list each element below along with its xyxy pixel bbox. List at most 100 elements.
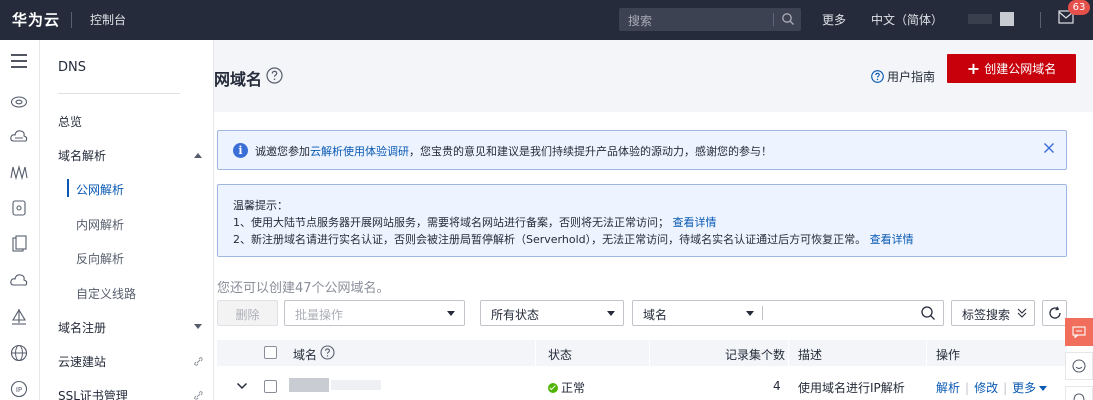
column-record-count: 记录集个数 xyxy=(725,348,786,362)
tips-notice: 温馨提示： 1、使用大陆节点服务器开展网站服务，需要将域名网站进行备案，否则将无… xyxy=(217,184,1067,257)
divider xyxy=(58,93,180,94)
page-title: 网域名 xyxy=(214,70,263,89)
console-link[interactable]: 控制台 xyxy=(90,11,126,28)
record-count-cell: 4 xyxy=(773,379,781,393)
tips-line-2: 2、新注册域名请进行实名认证，否则会被注册局暂停解析（Serverhold），无… xyxy=(233,231,914,247)
tips-line-2-text: 2、新注册域名请进行实名认证，否则会被注册局暂停解析（Serverhold），无… xyxy=(233,233,867,246)
modify-link[interactable]: 修改 xyxy=(974,381,998,395)
sidebar-item-public-resolution[interactable]: 公网解析 xyxy=(76,181,124,198)
chevron-down-icon xyxy=(447,311,455,316)
globe-icon[interactable] xyxy=(9,343,29,363)
quota-text: 您还可以创建47个公网域名。 xyxy=(217,281,390,296)
divider xyxy=(773,13,774,26)
row-checkbox[interactable] xyxy=(264,380,277,393)
chat-icon xyxy=(1072,326,1086,338)
survey-notice-text: 诚邀您参加云解析使用体验调研，您宝贵的意见和建议是我们持续提升产品体验的源动力，… xyxy=(255,143,772,159)
tips-line-1: 1、使用大陆节点服务器开展网站服务，需要将域名网站进行备案，否则将无法正常访问；… xyxy=(233,214,717,230)
actions-cell: 解析 | 修改 | 更多 xyxy=(936,379,1048,396)
sidebar-item-custom-line[interactable]: 自定义线路 xyxy=(76,285,136,302)
account-name-blur xyxy=(968,14,992,24)
search-field-label: 域名 xyxy=(643,308,668,322)
language-switch[interactable]: 中文（简体） xyxy=(871,11,943,28)
close-icon[interactable] xyxy=(1042,141,1056,155)
chevron-down-icon xyxy=(1039,386,1048,391)
support-button[interactable] xyxy=(1065,386,1093,400)
table-row: 正常 4 使用域名进行IP解析 解析 | 修改 | 更多 xyxy=(217,370,1067,400)
refresh-button[interactable] xyxy=(1042,300,1067,326)
external-link-icon xyxy=(194,391,203,400)
menu-icon[interactable] xyxy=(9,51,29,71)
dns-sidebar: DNS 总览 域名解析 公网解析 内网解析 反向解析 自定义线路 域名注册 云速… xyxy=(40,40,214,400)
feedback-button[interactable] xyxy=(1065,318,1093,346)
status-filter-label: 所有状态 xyxy=(491,308,540,322)
avatar xyxy=(1000,12,1014,26)
search-placeholder: 搜索 xyxy=(628,14,653,28)
refresh-icon xyxy=(1049,306,1061,319)
tag-search-button[interactable]: 标签搜索 xyxy=(951,300,1035,326)
cloud-icon[interactable] xyxy=(9,126,29,146)
search-field-select[interactable]: 域名 xyxy=(632,300,762,326)
search-icon[interactable] xyxy=(781,12,795,26)
select-all-checkbox[interactable] xyxy=(264,346,277,359)
domain-name-blur[interactable] xyxy=(289,378,381,392)
column-divider xyxy=(926,340,927,366)
cloud-service-icon[interactable] xyxy=(9,270,29,290)
global-search[interactable]: 搜索 xyxy=(619,8,801,31)
resolve-link[interactable]: 解析 xyxy=(936,381,960,395)
double-chevron-down-icon xyxy=(1017,308,1027,318)
chevron-down-icon[interactable] xyxy=(236,380,248,392)
user-account[interactable] xyxy=(968,12,1016,26)
sidebar-item-ssl[interactable]: SSL证书管理 xyxy=(58,387,128,400)
plus-icon: + xyxy=(966,59,981,78)
status-filter-select[interactable]: 所有状态 xyxy=(480,300,624,326)
delete-button[interactable]: 删除 xyxy=(217,300,278,326)
sidebar-item-reverse-resolution[interactable]: 反向解析 xyxy=(76,250,124,267)
cloud-disk-icon[interactable] xyxy=(9,91,29,111)
column-divider xyxy=(535,340,536,366)
chevron-down-icon xyxy=(746,311,754,316)
delete-label: 删除 xyxy=(235,308,260,322)
check-circle-icon xyxy=(548,383,558,393)
service-icon-rail: IP xyxy=(0,40,40,400)
table-header: 域名 状态 记录集个数 描述 操作 xyxy=(217,340,1067,366)
search-input[interactable] xyxy=(762,300,944,326)
column-domain: 域名 xyxy=(293,348,318,362)
headset-icon xyxy=(1073,393,1085,400)
chevron-down-icon xyxy=(607,311,615,316)
storage-icon[interactable] xyxy=(9,198,29,218)
sidebar-item-domain-resolution[interactable]: 域名解析 xyxy=(58,147,106,164)
help-icon[interactable] xyxy=(320,345,335,360)
survey-link[interactable]: 云解析使用体验调研 xyxy=(310,145,409,158)
sidebar-item-cloud-site[interactable]: 云速建站 xyxy=(58,353,106,370)
chevron-down-icon[interactable] xyxy=(194,324,202,329)
divider xyxy=(762,306,763,320)
more-menu[interactable]: 更多 xyxy=(822,11,846,28)
blur-block xyxy=(331,380,381,390)
batch-label: 批量操作 xyxy=(295,308,344,322)
batch-operation-select[interactable]: 批量操作 xyxy=(284,300,465,326)
huawei-cloud-logo[interactable]: 华为云 xyxy=(12,9,60,30)
tips-title: 温馨提示： xyxy=(233,199,288,212)
view-details-link[interactable]: 查看详情 xyxy=(673,216,717,229)
more-actions-link[interactable]: 更多 xyxy=(1012,381,1036,395)
document-icon[interactable] xyxy=(9,234,29,254)
divider xyxy=(71,12,72,28)
view-details-link[interactable]: 查看详情 xyxy=(870,233,914,246)
action-separator: | xyxy=(1003,381,1008,395)
sidebar-item-overview[interactable]: 总览 xyxy=(58,113,82,130)
smile-feedback-button[interactable] xyxy=(1065,352,1093,380)
help-icon[interactable] xyxy=(266,67,283,84)
sail-icon[interactable] xyxy=(9,307,29,327)
status-text: 正常 xyxy=(561,381,586,395)
create-public-domain-button[interactable]: + 创建公网域名 xyxy=(947,54,1076,83)
sidebar-item-private-resolution[interactable]: 内网解析 xyxy=(76,216,124,233)
main-content: i 诚邀您参加云解析使用体验调研，您宝贵的意见和建议是我们持续提升产品体验的源动… xyxy=(214,112,1093,400)
search-icon[interactable] xyxy=(920,305,936,321)
user-guide-label: 用户指南 xyxy=(887,70,936,84)
chevron-up-icon[interactable] xyxy=(194,153,202,158)
user-guide-link[interactable]: 用户指南 xyxy=(871,68,935,85)
ip-icon[interactable]: IP xyxy=(9,379,29,399)
bridge-icon[interactable] xyxy=(9,162,29,182)
column-description: 描述 xyxy=(798,348,823,362)
sidebar-item-domain-registration[interactable]: 域名注册 xyxy=(58,319,106,336)
